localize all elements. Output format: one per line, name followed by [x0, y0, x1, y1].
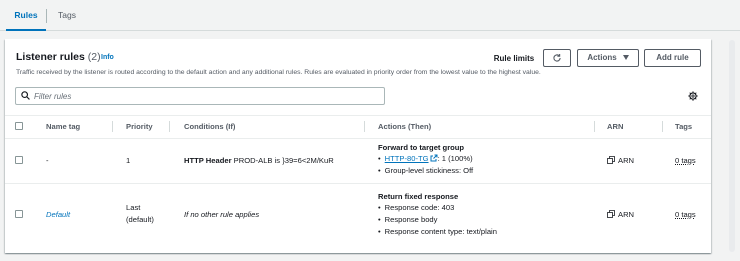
actions-dropdown[interactable]: Actions: [577, 49, 639, 67]
condition-type: HTTP Header: [184, 156, 232, 165]
row-priority: 1: [126, 156, 131, 165]
rule-count: (2): [87, 51, 101, 63]
column-divider: [662, 121, 663, 132]
tab-rules[interactable]: Rules: [6, 0, 46, 31]
panel-title: Listener rules (2): [16, 51, 101, 63]
action-details: HTTP-80-TG : 1 (100%) Group-level stickin…: [378, 153, 474, 177]
vertical-scrollbar[interactable]: [729, 40, 735, 252]
list-item: Response content type: text/plain: [378, 226, 497, 238]
row-checkbox[interactable]: [15, 210, 23, 218]
row-tags[interactable]: 0 tags: [675, 156, 696, 165]
copy-icon[interactable]: [607, 156, 615, 164]
rule-limits-button[interactable]: Rule limits: [488, 50, 540, 68]
row-arn[interactable]: ARN: [607, 210, 634, 219]
column-header-conditions[interactable]: Conditions (If): [184, 122, 235, 131]
refresh-icon: [553, 53, 561, 62]
column-header-actions[interactable]: Actions (Then): [378, 122, 431, 131]
list-item: Response code: 403: [378, 202, 497, 214]
header-divider: [5, 138, 711, 139]
row-priority-line2: (default): [126, 215, 154, 224]
filter-rules-search: [15, 87, 385, 105]
action-title: Return fixed response: [378, 192, 459, 201]
refresh-button[interactable]: [543, 49, 571, 67]
arn-label: ARN: [618, 210, 635, 219]
copy-icon[interactable]: [607, 210, 615, 218]
row-checkbox[interactable]: [15, 156, 23, 164]
row-name-tag-link[interactable]: Default: [46, 210, 70, 219]
action-details: Response code: 403 Response body Respons…: [378, 202, 497, 238]
target-weight: : 1 (100%): [437, 154, 473, 163]
column-divider: [364, 121, 365, 132]
arn-label: ARN: [618, 156, 635, 165]
listener-rules-panel: Listener rules (2) Info Traffic received…: [5, 39, 711, 253]
target-group-link[interactable]: HTTP-80-TG: [385, 154, 429, 163]
tab-tags[interactable]: Tags: [47, 0, 87, 31]
column-header-priority[interactable]: Priority: [126, 122, 153, 131]
actions-label: Actions: [587, 53, 617, 62]
row-name-tag: -: [46, 156, 49, 165]
external-link-icon[interactable]: [430, 154, 438, 162]
row-arn[interactable]: ARN: [607, 156, 634, 165]
panel-description: Traffic received by the listener is rout…: [16, 69, 541, 76]
row-priority-line1: Last: [126, 203, 141, 212]
condition-value: PROD-ALB is }39=6<2M/KuR: [233, 156, 334, 165]
table-top-divider: [5, 115, 711, 116]
tab-bar: Rules Tags: [0, 0, 740, 31]
column-divider: [169, 121, 170, 132]
list-item: Response body: [378, 214, 497, 226]
info-link[interactable]: Info: [101, 54, 114, 61]
add-rule-button[interactable]: Add rule: [644, 49, 701, 67]
list-item: Group-level stickiness: Off: [378, 165, 474, 177]
row-divider: [5, 183, 711, 184]
search-icon: [21, 91, 30, 100]
column-header-name-tag[interactable]: Name tag: [46, 122, 80, 131]
list-item: HTTP-80-TG : 1 (100%): [378, 153, 473, 165]
column-header-tags[interactable]: Tags: [675, 122, 692, 131]
row-condition: HTTP Header PROD-ALB is }39=6<2M/KuR: [184, 156, 334, 165]
column-header-arn[interactable]: ARN: [607, 122, 623, 131]
panel-title-text: Listener rules: [16, 51, 85, 63]
caret-down-icon: [622, 55, 629, 60]
action-title: Forward to target group: [378, 143, 465, 152]
select-all-checkbox[interactable]: [15, 122, 23, 130]
column-divider: [112, 121, 113, 132]
gear-icon[interactable]: [688, 91, 698, 101]
filter-rules-input[interactable]: [34, 89, 374, 103]
row-tags[interactable]: 0 tags: [675, 210, 696, 219]
column-divider: [594, 121, 595, 132]
row-condition: If no other rule applies: [184, 210, 260, 219]
